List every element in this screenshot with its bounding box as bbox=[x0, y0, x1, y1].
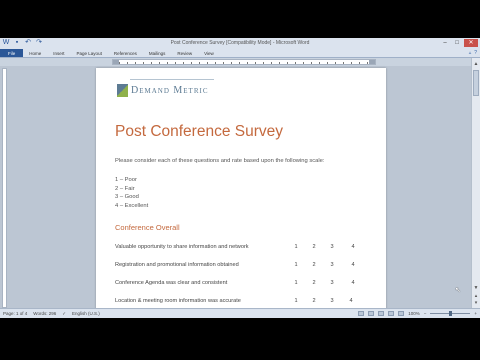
rating-option[interactable]: 4 bbox=[350, 244, 356, 250]
status-bar: Page: 1 of 4 Words: 296 ✓ English (U.S.)… bbox=[0, 308, 480, 318]
rating-option[interactable]: 1 bbox=[293, 244, 299, 250]
rating-option[interactable]: 3 bbox=[329, 280, 335, 286]
word-count[interactable]: Words: 296 bbox=[33, 311, 56, 317]
scale-item: 1 – Poor bbox=[115, 177, 137, 183]
logo-mark-icon bbox=[117, 84, 128, 97]
scroll-down-icon[interactable]: ▼ bbox=[472, 284, 480, 292]
question-row: Location & meeting room information was … bbox=[115, 298, 375, 306]
intro-text: Please consider each of these questions … bbox=[115, 158, 325, 164]
tab-file[interactable]: File bbox=[0, 49, 24, 57]
document-page[interactable]: Demand Metric Post Conference Survey Ple… bbox=[96, 68, 386, 318]
status-right: 100% − + bbox=[358, 311, 477, 316]
window-title: Post Conference Survey [Compatibility Mo… bbox=[170, 40, 310, 46]
tab-view[interactable]: View bbox=[198, 49, 220, 57]
question-row: Valuable opportunity to share informatio… bbox=[115, 244, 375, 252]
page-count[interactable]: Page: 1 of 4 bbox=[3, 311, 27, 317]
rating-scale-list: 1 – Poor 2 – Fair 3 – Good 4 – Excellent bbox=[115, 176, 148, 210]
logo-rule bbox=[130, 79, 214, 80]
tab-page-layout[interactable]: Page Layout bbox=[71, 49, 108, 57]
section-heading: Conference Overall bbox=[115, 223, 180, 232]
document-title: Post Conference Survey bbox=[115, 123, 284, 140]
company-logo: Demand Metric bbox=[117, 84, 209, 97]
scale-item: 3 – Good bbox=[115, 194, 139, 200]
minimize-button[interactable]: – bbox=[440, 39, 450, 47]
rating-option[interactable]: 1 bbox=[293, 262, 299, 268]
rating-option[interactable]: 4 bbox=[348, 298, 354, 304]
vertical-scrollbar[interactable]: ▲ ▼ ▴ ▾ bbox=[471, 58, 480, 308]
rating-option[interactable]: 1 bbox=[293, 298, 299, 304]
rating-option[interactable]: 3 bbox=[329, 262, 335, 268]
question-text: Registration and promotional information… bbox=[115, 262, 239, 268]
title-bar: W ▪ ↶ ↷ Post Conference Survey [Compatib… bbox=[0, 38, 480, 49]
tab-references[interactable]: References bbox=[108, 49, 143, 57]
zoom-out-icon[interactable]: − bbox=[424, 311, 427, 316]
web-layout-view-button[interactable] bbox=[378, 311, 385, 316]
help-icon[interactable]: ? bbox=[474, 49, 477, 57]
tab-insert[interactable]: Insert bbox=[47, 49, 70, 57]
rating-option[interactable]: 4 bbox=[350, 280, 356, 286]
question-text: Conference Agenda was clear and consiste… bbox=[115, 280, 228, 286]
logo-text: Demand Metric bbox=[131, 85, 209, 96]
question-row: Conference Agenda was clear and consiste… bbox=[115, 280, 375, 288]
question-text: Valuable opportunity to share informatio… bbox=[115, 244, 249, 250]
tab-mailings[interactable]: Mailings bbox=[143, 49, 172, 57]
rating-option[interactable]: 4 bbox=[350, 262, 356, 268]
scroll-thumb[interactable] bbox=[473, 70, 479, 96]
draft-view-button[interactable] bbox=[398, 311, 405, 316]
maximize-button[interactable]: □ bbox=[452, 39, 462, 47]
ribbon-tabs: File Home Insert Page Layout References … bbox=[0, 49, 480, 58]
scroll-up-icon[interactable]: ▲ bbox=[472, 60, 480, 68]
rating-option[interactable]: 2 bbox=[311, 244, 317, 250]
word-window: W ▪ ↶ ↷ Post Conference Survey [Compatib… bbox=[0, 38, 480, 318]
vertical-ruler bbox=[2, 68, 7, 308]
zoom-in-icon[interactable]: + bbox=[474, 311, 477, 316]
tab-review[interactable]: Review bbox=[171, 49, 198, 57]
ruler-bar bbox=[0, 58, 480, 66]
ribbon-help-area: ▵ ? bbox=[469, 49, 480, 57]
close-button[interactable]: ✕ bbox=[464, 39, 478, 47]
full-screen-view-button[interactable] bbox=[368, 311, 375, 316]
window-controls: – □ ✕ bbox=[440, 39, 478, 47]
zoom-level[interactable]: 100% bbox=[408, 311, 420, 316]
scale-item: 4 – Excellent bbox=[115, 202, 149, 209]
scale-item: 2 – Fair bbox=[115, 185, 135, 192]
next-page-icon[interactable]: ▾ bbox=[472, 299, 480, 307]
outline-view-button[interactable] bbox=[388, 311, 395, 316]
zoom-slider-knob[interactable] bbox=[449, 311, 453, 316]
zoom-slider[interactable] bbox=[430, 311, 471, 316]
right-margin-marker[interactable] bbox=[369, 60, 375, 64]
ruler-ticks bbox=[119, 62, 369, 64]
horizontal-ruler[interactable] bbox=[112, 59, 376, 65]
question-row: Registration and promotional information… bbox=[115, 262, 375, 270]
print-layout-view-button[interactable] bbox=[358, 311, 365, 316]
rating-option[interactable]: 2 bbox=[311, 262, 317, 268]
rating-option[interactable]: 2 bbox=[311, 280, 317, 286]
rating-option[interactable]: 2 bbox=[311, 298, 317, 304]
status-left: Page: 1 of 4 Words: 296 ✓ English (U.S.) bbox=[3, 311, 100, 317]
minimize-ribbon-icon[interactable]: ▵ bbox=[469, 49, 472, 57]
language-indicator[interactable]: English (U.S.) bbox=[72, 311, 100, 317]
rating-option[interactable]: 3 bbox=[329, 298, 335, 304]
question-text: Location & meeting room information was … bbox=[115, 298, 241, 304]
rating-option[interactable]: 1 bbox=[293, 280, 299, 286]
mouse-cursor-icon: ↖ bbox=[455, 287, 461, 294]
proofing-icon[interactable]: ✓ bbox=[62, 311, 66, 317]
tab-home[interactable]: Home bbox=[23, 49, 47, 57]
rating-option[interactable]: 3 bbox=[329, 244, 335, 250]
